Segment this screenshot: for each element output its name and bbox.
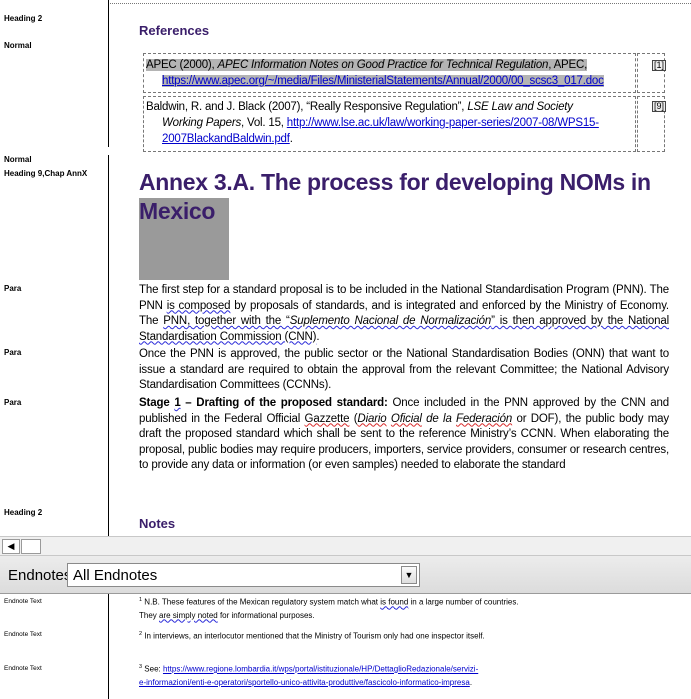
endnote-pane-toolbar: Endnotes All Endnotes ▼ <box>0 556 691 594</box>
page-boundary <box>110 3 691 4</box>
style-label-endnote-text: Endnote Text <box>4 598 42 605</box>
paragraph[interactable]: The first step for a standard proposal i… <box>139 283 669 345</box>
endnotes-dropdown-value: All Endnotes <box>73 567 158 584</box>
style-label-normal: Normal <box>4 155 32 164</box>
endnote-pane[interactable]: Endnote Text Endnote Text Endnote Text 1… <box>0 594 691 699</box>
scrollbar-thumb[interactable] <box>21 539 41 554</box>
style-label-heading2: Heading 2 <box>4 14 43 23</box>
scroll-left-arrow-icon[interactable]: ◀ <box>2 539 20 554</box>
style-label-heading9: Heading 9,Chap AnnX <box>4 169 88 178</box>
style-area: Heading 2 Normal Normal Heading 9,Chap A… <box>0 0 109 536</box>
endnote-item[interactable]: 2 In interviews, an interlocutor mention… <box>139 628 529 643</box>
reference-item[interactable]: APEC (2000), APEC Information Notes on G… <box>146 57 636 89</box>
style-area-separator <box>0 147 110 155</box>
style-area: Endnote Text Endnote Text Endnote Text <box>0 594 109 699</box>
reference-number: [1] <box>652 60 667 71</box>
paragraph[interactable]: Stage 1 – Drafting of the proposed stand… <box>139 396 669 474</box>
endnote-item[interactable]: 3 See: https://www.regione.lombardia.it/… <box>139 661 529 689</box>
endnotes-dropdown[interactable]: All Endnotes ▼ <box>67 563 420 587</box>
endnote-link[interactable]: https://www.regione.lombardia.it/wps/por… <box>139 665 478 687</box>
annex-title: Annex 3.A. The process for developing NO… <box>139 169 651 224</box>
reference-link[interactable]: https://www.apec.org/~/media/Files/Minis… <box>162 75 604 87</box>
endnote-item[interactable]: 1 N.B. These features of the Mexican reg… <box>139 594 529 622</box>
references-heading: References <box>139 23 210 38</box>
dropdown-arrow-icon[interactable]: ▼ <box>401 566 417 584</box>
style-label-endnote-text: Endnote Text <box>4 631 42 638</box>
style-label-endnote-text: Endnote Text <box>4 665 42 672</box>
endnotes-label: Endnotes <box>8 567 72 584</box>
document-pane[interactable]: Heading 2 Normal Normal Heading 9,Chap A… <box>0 0 691 536</box>
style-label-para: Para <box>4 348 22 357</box>
reference-number-frame <box>637 53 665 93</box>
style-label-normal: Normal <box>4 41 32 50</box>
style-label-heading2: Heading 2 <box>4 508 43 517</box>
style-label-para: Para <box>4 284 22 293</box>
notes-heading: Notes <box>139 516 176 531</box>
reference-item[interactable]: Baldwin, R. and J. Black (2007), “Really… <box>146 99 631 147</box>
horizontal-scrollbar[interactable]: ◀ <box>0 536 691 556</box>
reference-number: [9] <box>652 101 667 112</box>
style-label-para: Para <box>4 398 22 407</box>
paragraph[interactable]: Once the PNN is approved, the public sec… <box>139 347 669 394</box>
